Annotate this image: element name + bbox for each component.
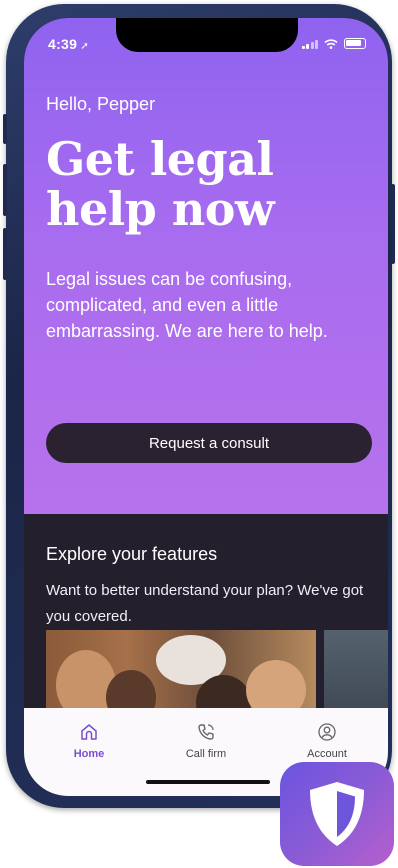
tab-account-label: Account	[307, 748, 347, 760]
tab-call-firm[interactable]: Call firm	[161, 722, 251, 760]
user-icon	[318, 723, 336, 741]
tab-call-firm-label: Call firm	[185, 748, 227, 760]
hero-subtitle: Legal issues can be confusing, complicat…	[46, 269, 328, 341]
phone-volume-down	[3, 228, 7, 280]
greeting: Hello, Pepper	[46, 94, 156, 114]
notch	[116, 18, 298, 52]
status-time: 4:39 ➚	[48, 36, 89, 52]
app-icon	[280, 762, 394, 866]
wifi-icon	[324, 38, 338, 49]
headline-line-2: help now	[46, 182, 275, 236]
home-icon	[81, 724, 97, 740]
shield-icon	[310, 782, 364, 846]
tab-account[interactable]: Account	[282, 722, 372, 760]
explore-description: Want to better understand your plan? We'…	[46, 582, 364, 625]
feature-card-image-next[interactable]	[324, 630, 388, 720]
home-indicator[interactable]	[146, 780, 270, 784]
signal-icon	[301, 39, 318, 49]
phone-volume-up	[3, 164, 7, 216]
phone-side-button	[3, 114, 7, 144]
request-consult-button[interactable]: Request a consult	[46, 423, 372, 463]
tab-home-label: Home	[73, 748, 105, 760]
headline-line-1: Get legal	[46, 132, 274, 186]
phone-screen: 4:39 ➚ Hello, Pepper Get legal help now …	[24, 18, 388, 796]
phone-frame: 4:39 ➚ Hello, Pepper Get legal help now …	[3, 4, 395, 808]
phone-icon	[198, 724, 214, 740]
battery-icon	[344, 38, 366, 49]
explore-title: Explore your features	[46, 544, 218, 564]
hero-section: 4:39 ➚ Hello, Pepper Get legal help now …	[24, 18, 388, 514]
page-title: Get legal help now	[46, 134, 366, 234]
phone-power-button	[391, 184, 395, 264]
status-icons	[301, 38, 366, 49]
feature-card-image[interactable]	[46, 630, 316, 720]
tab-home[interactable]: Home	[44, 722, 134, 760]
